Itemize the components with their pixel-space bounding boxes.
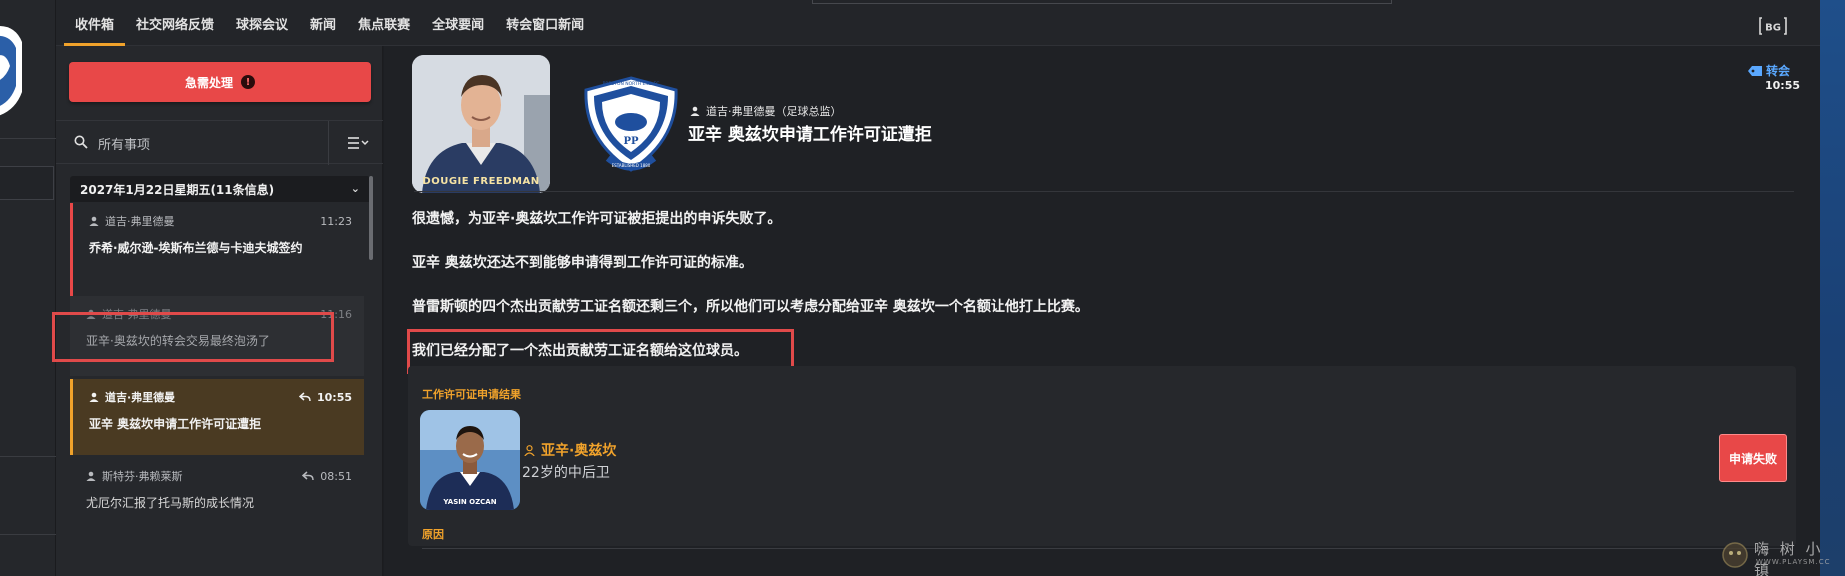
player-photo[interactable]: YASIN OZCAN — [420, 410, 520, 510]
urgent-label: 急需处理 — [184, 75, 233, 90]
search-icon[interactable] — [74, 135, 88, 149]
edge-divider — [0, 534, 56, 535]
club-crest-icon — [0, 26, 22, 116]
person-icon — [690, 106, 700, 116]
filter-divider — [328, 121, 329, 165]
inbox-panel: 急需处理 ! 所有事项 2027年1月22日星期五(11条信息) ⌄ 道吉·弗里… — [56, 46, 383, 576]
reason-divider — [422, 548, 1782, 549]
reply-icon — [298, 392, 311, 402]
annotation-highlight-box — [52, 312, 334, 362]
svg-text:YASIN OZCAN: YASIN OZCAN — [442, 498, 496, 506]
svg-text:PP: PP — [623, 136, 639, 147]
watermark-title: 嗨 树 小 镇 — [1754, 540, 1824, 576]
message-subject: 乔希·威尔逊-埃斯布兰德与卡迪夫城签约 — [89, 241, 303, 255]
sender-portrait-image — [412, 55, 550, 193]
bg-logo-icon[interactable]: BG — [1759, 16, 1787, 36]
top-nav-bar: 收件箱 社交网络反馈 球探会议 新闻 焦点联赛 全球要闻 转会窗口新闻 BG — [56, 0, 1845, 46]
date-group-header[interactable]: 2027年1月22日星期五(11条信息) ⌄ — [70, 176, 370, 202]
person-icon — [86, 471, 96, 481]
body-paragraph: 普雷斯顿的四个杰出贡献劳工证名额还剩三个，所以他们可以考虑分配给亚辛 奥兹坎一个… — [412, 299, 1089, 315]
inbox-scrollbar[interactable] — [369, 176, 373, 260]
result-title: 工作许可证申请结果 — [422, 388, 521, 401]
reply-icon — [302, 471, 315, 481]
player-portrait-image: YASIN OZCAN — [420, 410, 520, 510]
svg-text:BG: BG — [1765, 23, 1781, 34]
message-subject: 尤厄尔汇报了托马斯的成长情况 — [86, 496, 255, 510]
club-crest-icon: PP PRESTON NORTH END FC ESTABLISHED 1880 — [584, 76, 678, 172]
reason-label: 原因 — [422, 528, 444, 541]
detail-time: 10:55 — [1765, 79, 1801, 92]
watermark-url: WWW.PLAYSM.CC — [1756, 558, 1831, 566]
message-subject: 亚辛 奥兹坎申请工作许可证遭拒 — [89, 417, 262, 431]
filter-input[interactable]: 所有事项 — [98, 134, 150, 153]
edge-field[interactable] — [0, 166, 54, 200]
sender-photo: DOUGIE FREEDMAN — [412, 55, 550, 193]
nav-tabs: 收件箱 社交网络反馈 球探会议 新闻 焦点联赛 全球要闻 转会窗口新闻 — [64, 0, 595, 46]
player-description: 22岁的中后卫 — [522, 465, 610, 481]
message-sender: 斯特芬·弗赖莱斯 — [102, 470, 183, 483]
body-paragraph: 亚辛 奥兹坎还达不到能够申请得到工作许可证的标准。 — [412, 255, 753, 271]
application-status-badge[interactable]: 申请失败 — [1719, 434, 1787, 482]
tab-world-news[interactable]: 全球要闻 — [421, 0, 495, 46]
body-paragraph: 很遗憾，为亚辛·奥兹坎工作许可证被拒提出的申诉失败了。 — [412, 211, 782, 227]
message-time: 08:51 — [320, 469, 352, 483]
watermark: 嗨 树 小 镇 WWW.PLAYSM.CC — [1716, 536, 1832, 576]
player-name-link[interactable]: 亚辛·奥兹坎 — [524, 440, 616, 460]
watermark-logo-icon — [1722, 542, 1748, 568]
desktop-edge-strip — [1820, 0, 1845, 576]
tab-news[interactable]: 新闻 — [299, 0, 347, 46]
top-search-slot[interactable] — [812, 0, 1392, 4]
svg-text:PRESTON NORTH END FC: PRESTON NORTH END FC — [603, 81, 660, 87]
edge-divider — [0, 138, 56, 139]
inbox-message-item-selected[interactable]: 道吉·弗里德曼 10:55 亚辛 奥兹坎申请工作许可证遭拒 — [70, 379, 364, 455]
svg-text:ESTABLISHED 1880: ESTABLISHED 1880 — [612, 163, 651, 168]
tab-social-feedback[interactable]: 社交网络反馈 — [125, 0, 225, 46]
person-icon — [524, 444, 535, 456]
player-name: 亚辛·奥兹坎 — [541, 443, 617, 459]
transfer-tag[interactable]: 转会 — [1748, 62, 1790, 79]
person-icon — [89, 392, 99, 402]
urgent-action-button[interactable]: 急需处理 ! — [69, 62, 371, 102]
photo-caption: DOUGIE FREEDMAN — [422, 176, 540, 187]
person-icon — [89, 216, 99, 226]
detail-sender[interactable]: 道吉·弗里德曼（足球总监） — [690, 103, 842, 119]
message-time: 11:23 — [320, 214, 352, 228]
left-edge-panel — [0, 0, 56, 576]
work-permit-result-card: 工作许可证申请结果 YASIN OZCAN 亚辛·奥兹坎 22岁的中后卫 原因 — [408, 366, 1796, 549]
chevron-down-icon[interactable]: ⌄ — [351, 182, 360, 195]
header-divider — [414, 191, 1794, 192]
inbox-message-item[interactable]: 斯特芬·弗赖莱斯 08:51 尤厄尔汇报了托马斯的成长情况 — [70, 458, 364, 533]
sort-menu-icon[interactable] — [342, 133, 372, 153]
tag-label: 转会 — [1766, 64, 1791, 78]
detail-sender-name: 道吉·弗里德曼（足球总监） — [706, 105, 842, 118]
edge-divider — [0, 456, 56, 457]
date-group-label: 2027年1月22日星期五(11条信息) — [80, 182, 275, 197]
inbox-filter-bar: 所有事项 — [56, 120, 383, 165]
tab-focus-league[interactable]: 焦点联赛 — [347, 0, 421, 46]
message-headline: 亚辛 奥兹坎申请工作许可证遭拒 — [688, 125, 932, 145]
tag-icon — [1748, 65, 1762, 76]
message-sender: 道吉·弗里德曼 — [105, 391, 176, 404]
tab-scout-meeting[interactable]: 球探会议 — [225, 0, 299, 46]
message-sender: 道吉·弗里德曼 — [105, 215, 175, 228]
tab-inbox[interactable]: 收件箱 — [64, 0, 126, 46]
tab-transfer-window-news[interactable]: 转会窗口新闻 — [495, 0, 595, 46]
message-time: 10:55 — [316, 390, 352, 404]
exclamation-icon: ! — [241, 75, 255, 89]
inbox-message-item[interactable]: 道吉·弗里德曼 11:23 乔希·威尔逊-埃斯布兰德与卡迪夫城签约 — [70, 203, 364, 298]
